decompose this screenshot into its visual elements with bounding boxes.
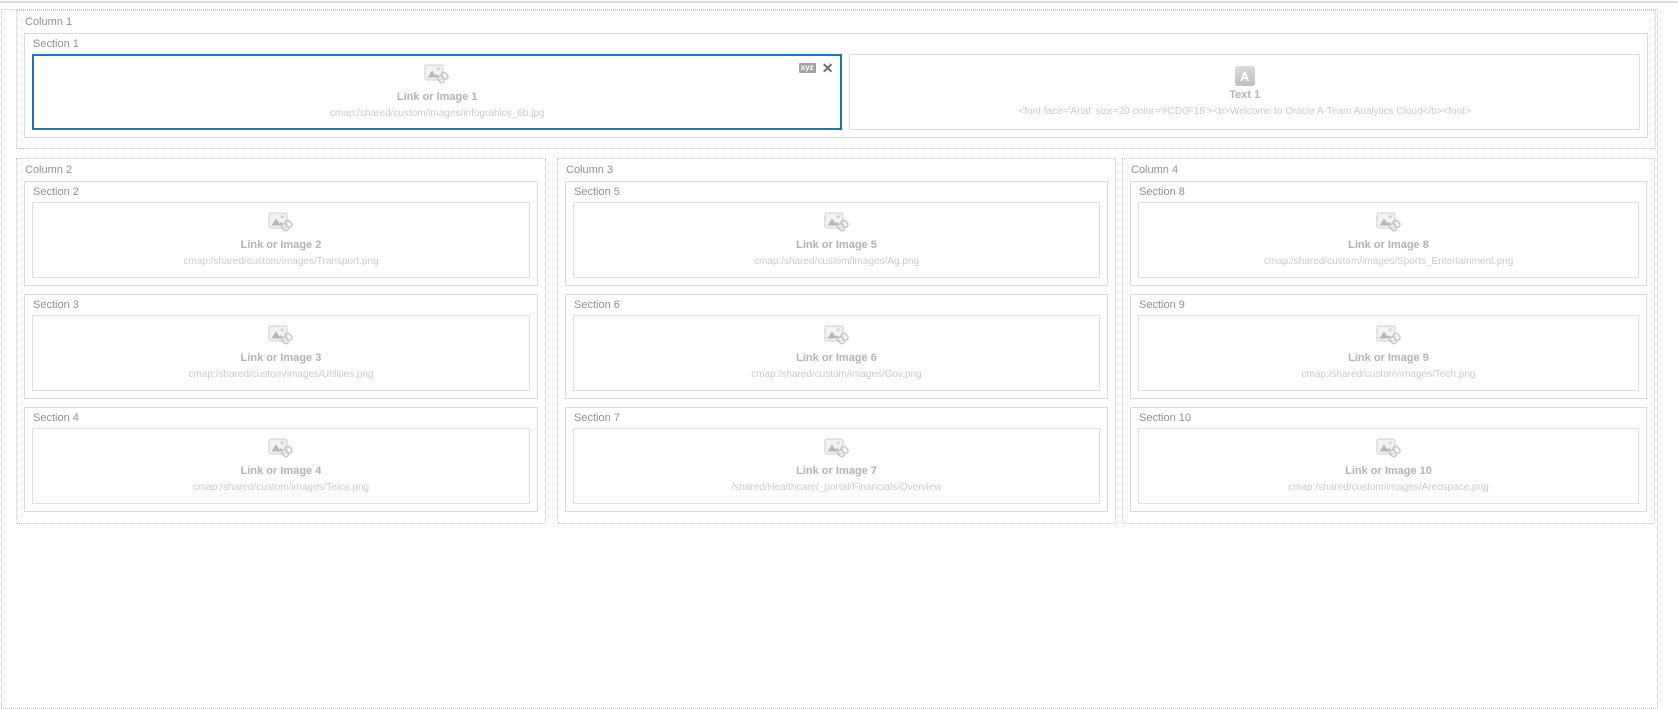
item-caption: cmap:/shared/custom/images/Transport.png xyxy=(183,255,379,267)
layout-column-1[interactable]: Column 1 Section 1 xyz ✕ Link or Image 1 cmap… xyxy=(16,10,1656,149)
text-item[interactable]: A Text 1 <font face='Arial' size=20 color=… xyxy=(849,54,1640,130)
selected-item-tools: xyz ✕ xyxy=(798,61,834,75)
link-image-item[interactable]: Link or Image 2 cmap:/shared/custom/image… xyxy=(32,202,530,278)
link-image-icon xyxy=(824,438,850,462)
layout-section-section-7[interactable]: Section 7 Link or Image 7/shared/Healthca… xyxy=(565,407,1108,512)
properties-xyz-icon[interactable]: xyz xyxy=(798,62,816,74)
item-caption: <font face='Arial' size=20 color='#CD0F1… xyxy=(1018,105,1471,117)
section-items: Link or Image 10 cmap:/shared/custom/imag… xyxy=(1131,428,1646,511)
section-label: Section 6 xyxy=(574,299,620,311)
section-label: Section 4 xyxy=(33,412,79,424)
delete-item-icon[interactable]: ✕ xyxy=(822,61,834,75)
layout-section-section-9[interactable]: Section 9 Link or Image 9 cmap:/shared/cus… xyxy=(1130,294,1647,399)
item-title: Link or Image 10 xyxy=(1345,465,1432,478)
layout-section-section-2[interactable]: Section 2 Link or Image 2 cmap:/shared/cus… xyxy=(24,181,538,286)
section-label: Section 10 xyxy=(1139,412,1191,424)
item-caption: cmap:/shared/custom/images/Areospace.png xyxy=(1288,481,1489,493)
item-title: Link or Image 5 xyxy=(796,239,877,252)
item-title: Link or Image 3 xyxy=(240,352,322,365)
column-label: Column 2 xyxy=(25,164,73,176)
link-image-item[interactable]: Link or Image 8 cmap:/shared/custom/image… xyxy=(1138,202,1639,278)
item-caption: cmap:/shared/custom/images/Utilities.png xyxy=(188,368,374,380)
layout-section-section-10[interactable]: Section 10 Link or Image 10 cmap:/shared/c… xyxy=(1130,407,1647,512)
column-label: Column 4 xyxy=(1131,164,1179,176)
section-items: Link or Image 6 cmap:/shared/custom/image… xyxy=(566,315,1107,398)
item-caption: cmap:/shared/custom/images/Telco.png xyxy=(192,481,370,493)
link-image-icon xyxy=(824,212,850,236)
link-image-icon xyxy=(268,325,294,349)
link-image-item[interactable]: Link or Image 4 cmap:/shared/custom/image… xyxy=(32,428,530,504)
item-caption: cmap:/shared/custom/images/Ag.png xyxy=(753,255,920,267)
item-title: Link or Image 1 xyxy=(396,91,478,104)
column-label: Column 3 xyxy=(566,164,614,176)
link-image-item[interactable]: xyz ✕ Link or Image 1 cmap:/shared/custom/i… xyxy=(32,54,843,130)
toolbar-divider xyxy=(0,1,1678,3)
item-title: Link or Image 8 xyxy=(1348,239,1429,252)
section-label: Section 9 xyxy=(1139,299,1185,311)
link-image-icon xyxy=(268,438,294,462)
section-items: Link or Image 4 cmap:/shared/custom/image… xyxy=(25,428,537,511)
section-label: Section 2 xyxy=(33,186,79,198)
link-image-icon xyxy=(824,325,850,349)
section-items: Link or Image 8 cmap:/shared/custom/image… xyxy=(1131,202,1646,285)
layout-column-2[interactable]: Column 2 Section 2 Link or Image 2 cmap:/sh… xyxy=(16,158,546,524)
section-items: Link or Image 5 cmap:/shared/custom/image… xyxy=(566,202,1107,285)
link-image-item[interactable]: Link or Image 9 cmap:/shared/custom/image… xyxy=(1138,315,1639,391)
link-image-icon xyxy=(1376,325,1402,349)
section-label: Section 3 xyxy=(33,299,79,311)
item-caption: cmap:/shared/custom/images/Gov.png xyxy=(751,368,922,380)
item-title: Link or Image 9 xyxy=(1348,352,1429,365)
link-image-item[interactable]: Link or Image 10 cmap:/shared/custom/imag… xyxy=(1138,428,1639,504)
text-icon: A xyxy=(1234,66,1255,87)
item-caption: /shared/Healthcare/_portal/Financials/Ov… xyxy=(731,481,942,493)
layout-section-section-4[interactable]: Section 4 Link or Image 4 cmap:/shared/cus… xyxy=(24,407,538,512)
item-caption: cmap:/shared/custom/images/Tech.png xyxy=(1301,368,1476,380)
layout-section-section-8[interactable]: Section 8 Link or Image 8 cmap:/shared/cus… xyxy=(1130,181,1647,286)
link-image-icon xyxy=(268,212,294,236)
item-caption: cmap:/shared/custom/images/infograhics_6… xyxy=(329,107,545,119)
section-label: Section 7 xyxy=(574,412,620,424)
link-image-item[interactable]: Link or Image 6 cmap:/shared/custom/image… xyxy=(573,315,1100,391)
layout-section-section-1[interactable]: Section 1 xyz ✕ Link or Image 1 cmap:/shared… xyxy=(24,33,1648,138)
item-caption: cmap:/shared/custom/images/Sports_Entert… xyxy=(1263,255,1514,267)
section-items: Link or Image 7/shared/Healthcare/_porta… xyxy=(566,428,1107,511)
item-title: Link or Image 7 xyxy=(796,465,877,478)
item-title: Text 1 xyxy=(1229,89,1261,102)
link-image-icon xyxy=(424,64,450,88)
item-title: Link or Image 2 xyxy=(240,239,322,252)
link-image-item[interactable]: Link or Image 5 cmap:/shared/custom/image… xyxy=(573,202,1100,278)
section-items: xyz ✕ Link or Image 1 cmap:/shared/custom/i… xyxy=(25,54,1647,137)
layout-section-section-3[interactable]: Section 3 Link or Image 3 cmap:/shared/cus… xyxy=(24,294,538,399)
section-items: Link or Image 9 cmap:/shared/custom/image… xyxy=(1131,315,1646,398)
layout-column-4[interactable]: Column 4 Section 8 Link or Image 8 cmap:/sh… xyxy=(1122,158,1655,524)
section-items: Link or Image 3 cmap:/shared/custom/image… xyxy=(25,315,537,398)
item-title: Link or Image 6 xyxy=(796,352,877,365)
item-title: Link or Image 4 xyxy=(240,465,322,478)
link-image-icon xyxy=(1376,212,1402,236)
section-label: Section 1 xyxy=(33,38,79,50)
column-label: Column 1 xyxy=(25,16,73,28)
section-items: Link or Image 2 cmap:/shared/custom/image… xyxy=(25,202,537,285)
link-image-item[interactable]: Link or Image 3 cmap:/shared/custom/image… xyxy=(32,315,530,391)
layout-column-3[interactable]: Column 3 Section 5 Link or Image 5 cmap:/sh… xyxy=(557,158,1116,524)
layout-section-section-5[interactable]: Section 5 Link or Image 5 cmap:/shared/cus… xyxy=(565,181,1108,286)
link-image-item[interactable]: Link or Image 7/shared/Healthcare/_porta… xyxy=(573,428,1100,504)
section-label: Section 5 xyxy=(574,186,620,198)
layout-section-section-6[interactable]: Section 6 Link or Image 6 cmap:/shared/cus… xyxy=(565,294,1108,399)
section-label: Section 8 xyxy=(1139,186,1185,198)
link-image-icon xyxy=(1376,438,1402,462)
